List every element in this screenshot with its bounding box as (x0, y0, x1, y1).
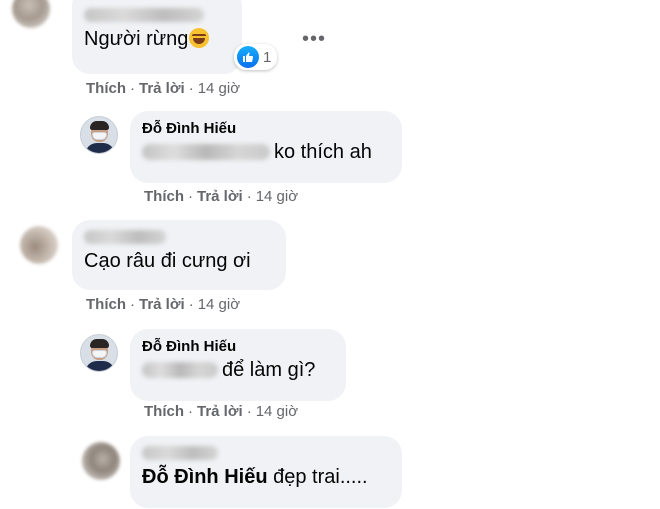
like-icon (237, 46, 259, 68)
comment-bubble: Cạo râu đi cưng ơi (72, 220, 286, 290)
reply-link[interactable]: Trả lời (139, 80, 185, 97)
comment-text: Cạo râu đi cưng ơi (84, 250, 251, 272)
comment-actions: Thích · Trả lời · 14 giờ (86, 80, 241, 97)
reply-link[interactable]: Trả lời (139, 296, 185, 313)
comment-bubble: Đỗ Đình Hiếu để làm gì? (130, 329, 346, 401)
author-name-blurred[interactable] (84, 230, 166, 244)
author-name[interactable]: Đỗ Đình Hiếu (142, 337, 332, 357)
timestamp[interactable]: 14 giờ (256, 403, 298, 420)
reply-link[interactable]: Trả lời (197, 188, 243, 205)
like-link[interactable]: Thích (86, 80, 126, 97)
like-link[interactable]: Thích (144, 403, 184, 420)
like-link[interactable]: Thích (86, 296, 126, 313)
comment-actions: Thích · Trả lời · 14 giờ (144, 403, 299, 420)
like-link[interactable]: Thích (144, 188, 184, 205)
avatar[interactable] (82, 442, 120, 480)
laughing-emoji-icon (189, 28, 210, 48)
comment-bubble: Người rừng (72, 0, 242, 74)
timestamp[interactable]: 14 giờ (198, 80, 240, 97)
mention-link[interactable]: Đỗ Đình Hiếu (142, 466, 268, 488)
more-options-icon[interactable]: ••• (302, 28, 326, 51)
mention-blurred[interactable] (142, 362, 218, 378)
avatar[interactable] (20, 226, 58, 264)
reply-link[interactable]: Trả lời (197, 403, 243, 420)
avatar[interactable] (80, 334, 118, 372)
timestamp[interactable]: 14 giờ (198, 296, 240, 313)
reaction-count: 1 (263, 48, 272, 66)
comment-text: để làm gì? (142, 357, 332, 383)
comment-bubble: Đỗ Đình Hiếu đẹp trai..... (130, 436, 402, 508)
comment-actions: Thích · Trả lời · 14 giờ (86, 296, 241, 313)
comment-text: Đỗ Đình Hiếu đẹp trai..... (142, 466, 368, 488)
comment-text: ko thích ah (142, 139, 388, 165)
author-name-blurred[interactable] (84, 8, 204, 22)
avatar[interactable] (12, 0, 50, 28)
timestamp[interactable]: 14 giờ (256, 188, 298, 205)
comment-bubble: Đỗ Đình Hiếu ko thích ah (130, 111, 402, 183)
reaction-badge[interactable]: 1 (234, 44, 278, 70)
avatar[interactable] (80, 116, 118, 154)
comment-text: Người rừng (84, 26, 228, 52)
author-name-blurred[interactable] (142, 446, 218, 460)
mention-blurred[interactable] (142, 144, 270, 160)
author-name[interactable]: Đỗ Đình Hiếu (142, 119, 388, 139)
comment-actions: Thích · Trả lời · 14 giờ (144, 188, 299, 205)
